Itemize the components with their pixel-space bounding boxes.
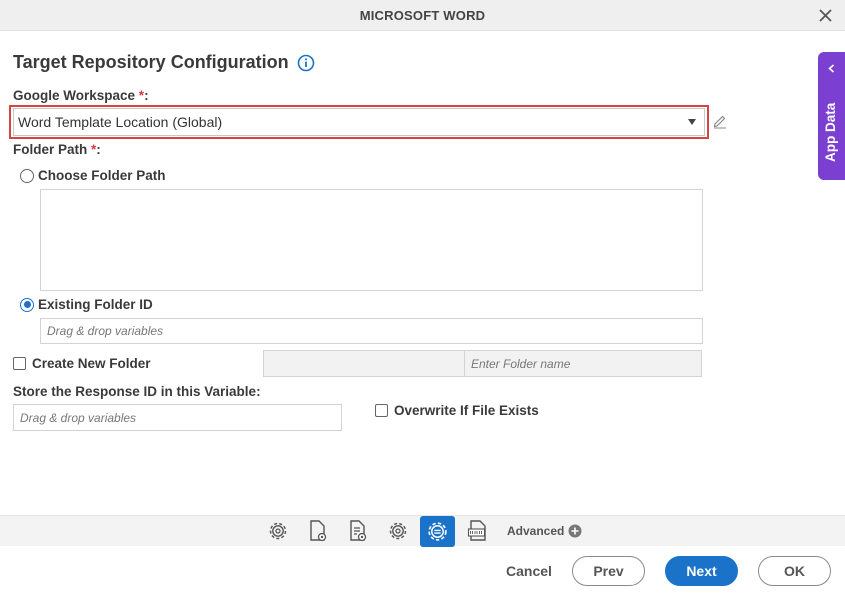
- existing-folder-id-input[interactable]: Drag & drop variables: [40, 318, 703, 344]
- radio-button-selected[interactable]: [20, 297, 34, 312]
- radio-existing-folder-id[interactable]: Existing Folder ID: [20, 297, 153, 312]
- folder-path-label-text: Folder Path: [13, 142, 92, 157]
- input-placeholder: Enter Folder name: [471, 356, 571, 371]
- info-icon[interactable]: [297, 54, 315, 72]
- workspace-label-text: Google Workspace: [13, 88, 139, 103]
- checkbox-label: Create New Folder: [32, 356, 151, 371]
- app-data-tab[interactable]: App Data: [818, 52, 845, 180]
- caret-down-icon: [688, 119, 696, 125]
- response-id-label: Store the Response ID in this Variable:: [13, 384, 261, 399]
- folder-parent-input: [263, 350, 465, 377]
- overwrite-checkbox[interactable]: Overwrite If File Exists: [375, 403, 539, 418]
- radio-button[interactable]: [20, 168, 34, 183]
- doc-file-icon[interactable]: [466, 519, 490, 543]
- window-titlebar: MICROSOFT WORD: [0, 0, 845, 31]
- response-id-input[interactable]: Drag & drop variables: [13, 404, 342, 431]
- checkbox-label: Overwrite If File Exists: [394, 403, 539, 418]
- list-settings-icon[interactable]: [346, 519, 370, 543]
- ok-button[interactable]: OK: [758, 556, 831, 586]
- radio-choose-folder-path[interactable]: Choose Folder Path: [20, 168, 166, 183]
- checkbox[interactable]: [375, 404, 388, 417]
- radio-label: Existing Folder ID: [38, 297, 153, 312]
- bottom-toolbar: Advanced: [0, 515, 845, 547]
- gear-icon[interactable]: [386, 519, 410, 543]
- document-settings-icon[interactable]: [306, 519, 330, 543]
- workspace-select-value: Word Template Location (Global): [18, 114, 223, 130]
- folder-path-label: Folder Path *:: [13, 142, 101, 157]
- active-settings-icon: [428, 522, 447, 541]
- advanced-toggle[interactable]: Advanced: [507, 524, 582, 538]
- chevron-left-icon: [828, 64, 835, 73]
- active-settings-tab[interactable]: [420, 516, 455, 547]
- gear-icon[interactable]: [266, 519, 290, 543]
- cancel-button[interactable]: Cancel: [497, 556, 561, 586]
- create-new-folder-checkbox[interactable]: Create New Folder: [13, 356, 151, 371]
- app-data-label: App Data: [823, 102, 838, 162]
- page-title-text: Target Repository Configuration: [13, 52, 289, 72]
- workspace-select[interactable]: Word Template Location (Global): [13, 108, 705, 136]
- plus-circle-icon: [568, 524, 582, 538]
- folder-name-input: Enter Folder name: [464, 350, 702, 377]
- input-placeholder: Drag & drop variables: [20, 410, 137, 425]
- page-title: Target Repository Configuration: [13, 52, 315, 73]
- close-icon[interactable]: [818, 8, 833, 23]
- folder-tree-box[interactable]: [40, 189, 703, 291]
- checkbox[interactable]: [13, 357, 26, 370]
- window-title: MICROSOFT WORD: [359, 8, 486, 23]
- input-placeholder: Drag & drop variables: [47, 324, 164, 338]
- pencil-icon[interactable]: [712, 113, 728, 129]
- next-button[interactable]: Next: [665, 556, 738, 586]
- label-colon: :: [144, 88, 149, 103]
- prev-button[interactable]: Prev: [572, 556, 645, 586]
- workspace-label: Google Workspace *:: [13, 88, 149, 103]
- radio-label: Choose Folder Path: [38, 168, 166, 183]
- label-colon: :: [96, 142, 101, 157]
- advanced-label: Advanced: [507, 524, 565, 538]
